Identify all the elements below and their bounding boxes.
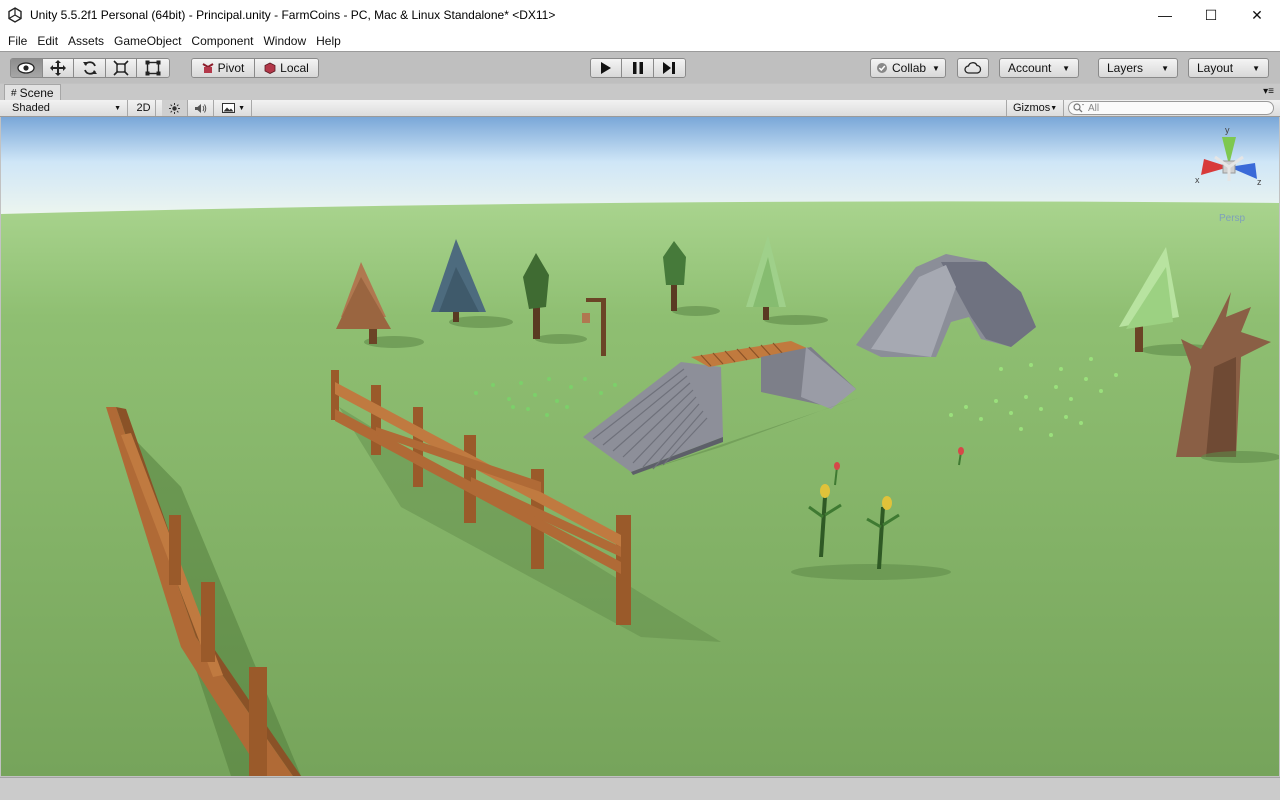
pause-icon: [632, 62, 643, 74]
pivot-icon: [202, 63, 214, 73]
minimize-button[interactable]: —: [1142, 0, 1188, 30]
search-icon: [1073, 103, 1084, 113]
scene-audio-toggle[interactable]: [188, 100, 214, 116]
status-bar: [0, 777, 1280, 800]
local-toggle[interactable]: Local: [255, 59, 318, 77]
close-button[interactable]: ✕: [1234, 0, 1280, 30]
rotate-icon: [82, 61, 97, 75]
panel-menu-icon[interactable]: ▾≡: [1263, 86, 1274, 97]
scene-viewport[interactable]: y x z Persp: [1, 117, 1279, 776]
menu-gameobject[interactable]: GameObject: [110, 34, 185, 48]
cloud-icon: [964, 62, 982, 74]
gizmos-dropdown[interactable]: Gizmos ▼: [1006, 100, 1064, 116]
play-icon: [601, 62, 612, 74]
scene-tab-label: Scene: [19, 86, 54, 100]
pivot-label: Pivot: [217, 61, 245, 75]
step-icon: [663, 62, 676, 74]
unity-logo-icon: [0, 7, 30, 23]
check-circle-icon: [877, 63, 888, 73]
2d-label: 2D: [136, 102, 151, 114]
menu-help[interactable]: Help: [312, 34, 345, 48]
title-bar: Unity 5.5.2f1 Personal (64bit) - Princip…: [0, 0, 1280, 30]
shading-mode-dropdown[interactable]: Shaded ▼: [6, 100, 128, 116]
gizmo-x-label: x: [1195, 175, 1200, 185]
view-tool-button[interactable]: [11, 59, 43, 77]
chevron-down-icon: ▼: [114, 104, 121, 112]
scene-effects-dropdown[interactable]: ▼: [216, 100, 252, 116]
play-button[interactable]: [591, 59, 623, 77]
eye-icon: [17, 62, 35, 74]
menu-window[interactable]: Window: [259, 34, 310, 48]
pivot-toggle[interactable]: Pivot: [192, 59, 256, 77]
local-cube-icon: [264, 62, 276, 74]
speaker-icon: [195, 103, 207, 113]
chevron-down-icon: ▼: [1050, 104, 1058, 112]
shading-mode-label: Shaded: [12, 102, 50, 114]
maximize-button[interactable]: ☐: [1188, 0, 1234, 30]
chevron-down-icon: ▼: [238, 104, 245, 112]
gizmo-persp-label[interactable]: Persp: [1219, 213, 1246, 224]
scene-render: y x z Persp: [1, 117, 1279, 776]
chevron-down-icon: ▼: [1062, 63, 1070, 73]
2d-toggle[interactable]: 2D: [132, 100, 156, 116]
search-placeholder: All: [1088, 102, 1100, 114]
sun-icon: [169, 102, 180, 114]
menu-file[interactable]: File: [4, 34, 31, 48]
scene-lighting-toggle[interactable]: [162, 100, 188, 116]
scene-toolbar: Shaded ▼ 2D ▼ Gizmos ▼ All: [0, 100, 1280, 117]
ground-plane: [1, 201, 1279, 776]
rotate-tool-button[interactable]: [74, 59, 106, 77]
layers-dropdown[interactable]: Layers ▼: [1098, 58, 1178, 78]
rect-tool-button[interactable]: [137, 59, 169, 77]
window-title: Unity 5.5.2f1 Personal (64bit) - Princip…: [30, 8, 556, 22]
chevron-down-icon: ▼: [932, 63, 940, 73]
local-label: Local: [280, 61, 309, 75]
pivot-local-group: Pivot Local: [191, 58, 319, 78]
collab-label: Collab: [892, 61, 927, 75]
menu-component[interactable]: Component: [187, 34, 257, 48]
cloud-button[interactable]: [957, 58, 989, 78]
gizmo-z-label: z: [1257, 177, 1262, 187]
menu-edit[interactable]: Edit: [33, 34, 62, 48]
scale-tool-button[interactable]: [105, 59, 138, 77]
transform-tools: [10, 58, 170, 78]
gizmos-label: Gizmos: [1013, 102, 1051, 114]
account-dropdown[interactable]: Account ▼: [999, 58, 1079, 78]
pause-button[interactable]: [622, 59, 654, 77]
move-arrows-icon: [49, 60, 66, 76]
layout-label: Layout: [1197, 61, 1234, 75]
menu-bar: File Edit Assets GameObject Component Wi…: [0, 30, 1280, 51]
tab-scene[interactable]: # Scene: [4, 84, 61, 101]
collab-dropdown[interactable]: Collab ▼: [870, 58, 946, 78]
scale-icon: [113, 60, 129, 76]
main-toolbar: Pivot Local Collab ▼ Account ▼ Layers ▼ …: [0, 51, 1280, 83]
scene-search-input[interactable]: All: [1068, 101, 1274, 115]
step-button[interactable]: [653, 59, 685, 77]
playmode-controls: [590, 58, 686, 78]
rect-transform-icon: [145, 60, 161, 76]
account-label: Account: [1008, 61, 1052, 75]
chevron-down-icon: ▼: [1252, 63, 1260, 73]
menu-assets[interactable]: Assets: [64, 34, 108, 48]
chevron-down-icon: ▼: [1161, 63, 1169, 73]
layout-dropdown[interactable]: Layout ▼: [1188, 58, 1269, 78]
layers-label: Layers: [1107, 61, 1144, 75]
image-icon: [222, 103, 235, 113]
scene-tab-bar: # Scene ▾≡: [0, 84, 1280, 101]
move-tool-button[interactable]: [42, 59, 75, 77]
gizmo-y-label: y: [1225, 125, 1230, 135]
grid-hash-icon: #: [11, 87, 17, 99]
